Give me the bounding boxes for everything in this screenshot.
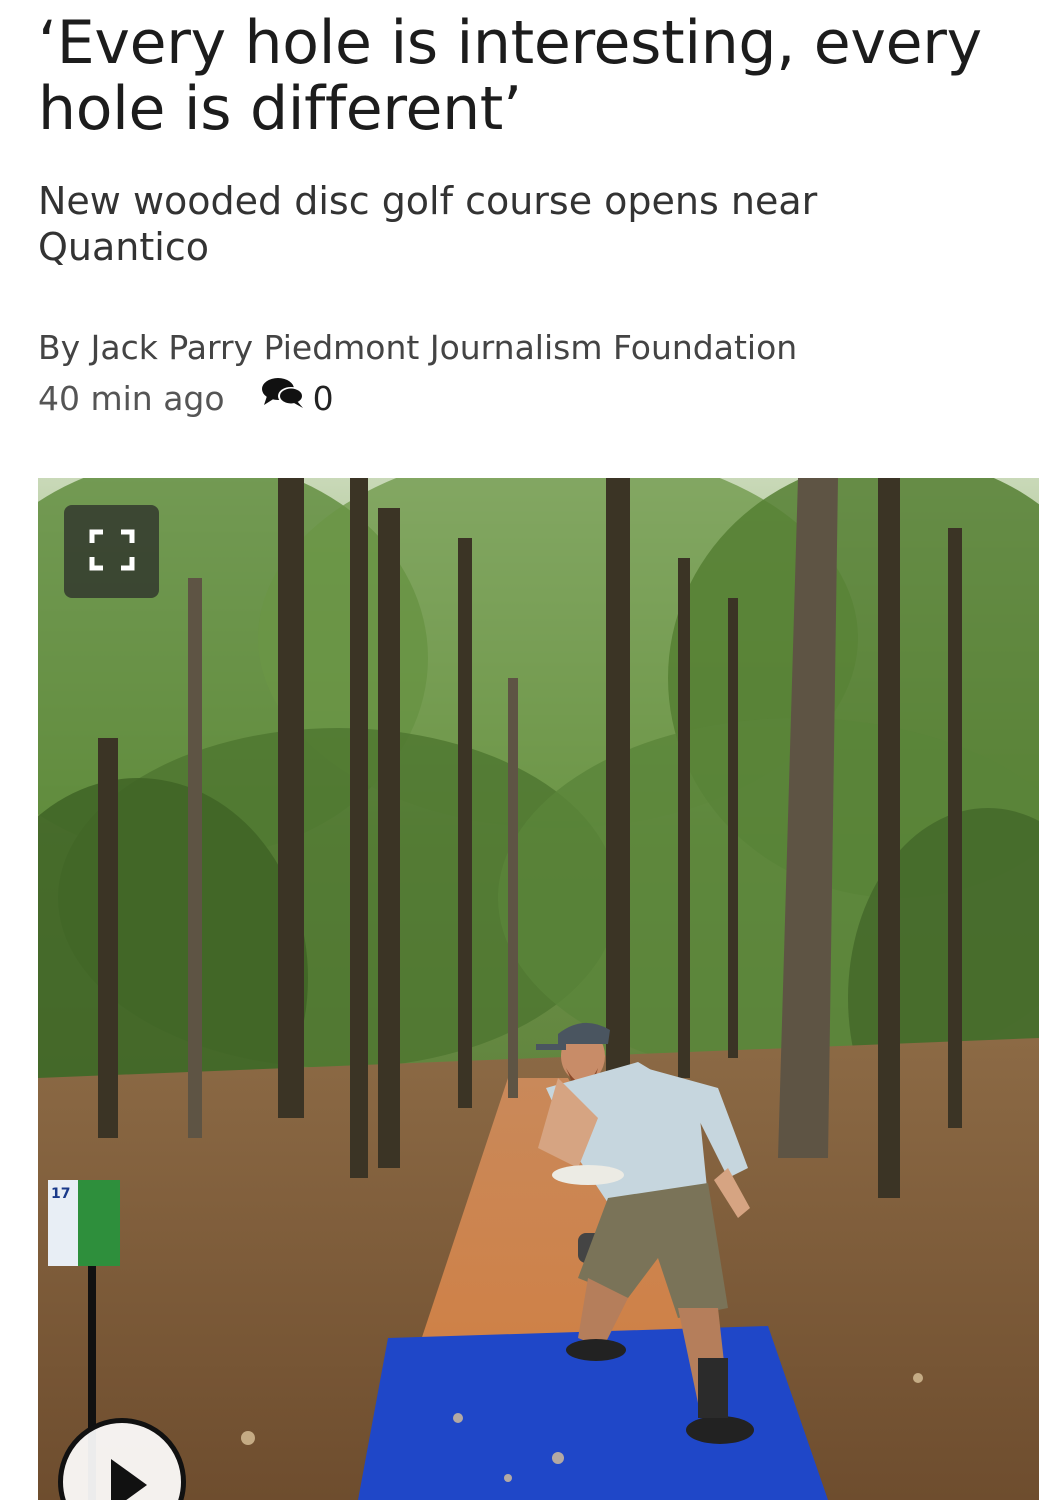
comment-count: 0	[312, 378, 334, 418]
expand-icon	[89, 529, 135, 575]
article-photo[interactable]: 17	[38, 478, 1039, 1500]
basket-sign-number: 17	[51, 1186, 70, 1202]
play-icon	[87, 1423, 157, 1500]
comment-bubbles-icon	[261, 376, 313, 421]
expand-image-button[interactable]	[64, 505, 159, 598]
timestamp: 40 min ago	[38, 378, 225, 418]
comments-link[interactable]: 0	[261, 376, 334, 421]
article-header: ‘Every hole is interesting, every hole i…	[38, 0, 1042, 421]
disc-golf-forest-image: 17	[38, 478, 1039, 1500]
subheadline: New wooded disc golf course opens near Q…	[38, 179, 818, 269]
byline[interactable]: By Jack Parry Piedmont Journalism Founda…	[38, 326, 1042, 370]
headline: ‘Every hole is interesting, every hole i…	[38, 8, 982, 144]
article-meta: 40 min ago 0	[38, 376, 1042, 421]
